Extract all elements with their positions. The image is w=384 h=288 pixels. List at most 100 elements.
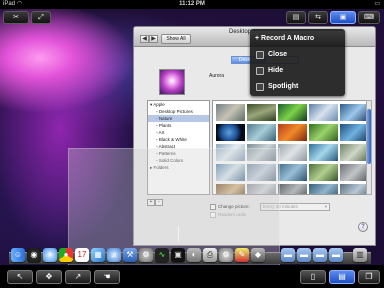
folder-icon: ▪ xyxy=(156,109,158,114)
right-click-button[interactable]: ↗ xyxy=(65,270,91,284)
drag-icon: ✥ xyxy=(45,272,53,281)
system-preferences-icon[interactable]: ⚙ xyxy=(219,248,233,262)
menu-item-label: + Record A Macro xyxy=(255,35,315,42)
terminal-icon[interactable]: ▣ xyxy=(171,248,185,262)
menu-item-label: Close xyxy=(268,51,288,58)
photos-icon[interactable]: ▦ xyxy=(91,248,105,262)
folder-icon[interactable]: ▬ xyxy=(297,248,311,262)
folder-icon[interactable]: ▬ xyxy=(281,248,295,262)
source-label: Apple xyxy=(153,102,165,107)
picture-grid-scrollbar[interactable] xyxy=(366,100,372,195)
picture-thumbnail[interactable] xyxy=(278,184,307,194)
picture-thumbnail[interactable] xyxy=(278,164,307,181)
folder-icon: ▪ xyxy=(156,137,158,142)
macro-icon xyxy=(256,83,264,91)
close-macro-item[interactable]: Close xyxy=(250,47,345,63)
activity-monitor-icon[interactable]: ∿ xyxy=(155,248,169,262)
picture-thumbnail[interactable] xyxy=(278,104,307,121)
picture-thumbnail[interactable] xyxy=(278,144,307,161)
fullscreen-button[interactable]: ⤢ xyxy=(31,11,51,24)
app-icon[interactable]: ✎ xyxy=(235,248,249,262)
ical-icon[interactable]: 17 xyxy=(75,248,89,262)
monitor-button[interactable]: ▤ xyxy=(286,11,306,24)
page-button[interactable]: ▯ xyxy=(300,270,326,284)
back-button[interactable]: ◀ xyxy=(140,35,149,43)
printer-icon[interactable]: ⎙ xyxy=(203,248,217,262)
source-item[interactable]: ▪ Nature xyxy=(148,115,209,122)
chevron-down-icon: ▾ xyxy=(324,204,327,209)
picture-thumbnail[interactable] xyxy=(340,164,366,181)
source-item[interactable]: ▪ Plants xyxy=(148,122,209,129)
picture-thumbnail[interactable] xyxy=(309,144,338,161)
picture-thumbnail[interactable] xyxy=(216,124,245,141)
display-switch-button[interactable]: ⇆ xyxy=(308,11,328,24)
menu-item-label: Spotlight xyxy=(268,83,299,90)
screen-button[interactable]: ▤ xyxy=(329,270,355,284)
help-button[interactable]: ? xyxy=(358,222,368,232)
picture-thumbnail[interactable] xyxy=(216,104,245,121)
picture-thumbnail[interactable] xyxy=(340,124,366,141)
status-bar: iPad ◠ 11:12 PM ▭ xyxy=(0,0,384,9)
copy-button[interactable]: ❐ xyxy=(358,270,380,284)
hide-macro-item[interactable]: Hide xyxy=(250,63,345,79)
macro-button[interactable]: ▣ xyxy=(330,11,356,24)
dashboard-icon[interactable]: ◉ xyxy=(27,248,41,262)
picture-thumbnail[interactable] xyxy=(309,184,338,194)
picture-thumbnail[interactable] xyxy=(247,124,276,141)
hand-icon: ☚ xyxy=(103,272,111,281)
trash-icon[interactable]: ▥ xyxy=(353,248,367,262)
source-item[interactable]: ▪ Black & White xyxy=(148,136,209,143)
picture-thumbnail[interactable] xyxy=(309,124,338,141)
wrench-icon: ✂ xyxy=(13,14,19,21)
folder-icon: ▪ xyxy=(156,116,158,121)
xcode-icon[interactable]: ⚒ xyxy=(123,248,137,262)
app-icon[interactable]: ◐ xyxy=(187,248,201,262)
current-picture-preview xyxy=(159,69,185,95)
source-group-apple[interactable]: ▾ Apple xyxy=(148,101,209,108)
picture-thumbnail[interactable] xyxy=(340,184,366,194)
safari-icon[interactable]: ✧ xyxy=(43,248,57,262)
show-all-button[interactable]: Show All xyxy=(161,34,191,44)
folder-icon: ▪ xyxy=(156,130,158,135)
picture-thumbnail[interactable] xyxy=(309,104,338,121)
forward-button[interactable]: ▶ xyxy=(149,35,158,43)
scroll-button[interactable]: ☚ xyxy=(94,270,120,284)
picture-thumbnail[interactable] xyxy=(309,164,338,181)
picture-thumbnail[interactable] xyxy=(278,124,307,141)
keyboard-button[interactable]: ⌨ xyxy=(358,11,380,24)
picture-thumbnail[interactable] xyxy=(340,104,366,121)
itunes-icon[interactable]: ♫ xyxy=(107,248,121,262)
source-item[interactable]: ▪ Art xyxy=(148,129,209,136)
app-icon[interactable]: ◆ xyxy=(251,248,265,262)
macro-menu: + Record A Macro Close Hide Spotlight xyxy=(250,29,345,96)
menu-item-label: Hide xyxy=(268,67,284,74)
source-label: Desktop Pictures xyxy=(158,109,193,114)
source-label: Art xyxy=(158,130,165,135)
expand-icon: ⤢ xyxy=(38,14,44,21)
chrome-icon[interactable]: ● xyxy=(59,248,73,262)
finder-icon[interactable]: ☺ xyxy=(11,248,25,262)
arrow-icon: ↖ xyxy=(16,272,24,281)
dock: ☺ ◉ ✧ ● 17 ▦ ♫ ⚒ ⚙ ∿ ▣ ◐ ⎙ ⚙ ✎ ◆ ▬ ▬ ▬ ▬… xyxy=(9,248,371,264)
battery-icon: ▭ xyxy=(374,1,380,7)
macro-icon xyxy=(256,67,264,75)
picture-thumbnail[interactable] xyxy=(247,104,276,121)
spotlight-macro-item[interactable]: Spotlight xyxy=(250,79,345,95)
folder-icon: ▪ xyxy=(156,123,158,128)
window-title: Desktop xyxy=(229,29,252,35)
picture-thumbnail[interactable] xyxy=(340,144,366,161)
macro-icon: ▣ xyxy=(339,14,347,21)
folder-icon[interactable]: ▬ xyxy=(313,248,327,262)
source-item[interactable]: ▪ Desktop Pictures xyxy=(148,108,209,115)
left-click-button[interactable]: ↖ xyxy=(7,270,33,284)
monitor-icon: ▤ xyxy=(292,14,300,21)
preferences-icon[interactable]: ⚙ xyxy=(139,248,153,262)
scrollbar-thumb[interactable] xyxy=(367,109,371,164)
copy-icon: ❐ xyxy=(365,272,373,281)
folder-icon[interactable]: ▬ xyxy=(329,248,343,262)
tools-button[interactable]: ✂ xyxy=(3,11,29,24)
drag-button[interactable]: ✥ xyxy=(36,270,62,284)
source-label: Plants xyxy=(158,123,172,128)
record-macro-item[interactable]: + Record A Macro xyxy=(250,31,345,47)
source-label: Nature xyxy=(158,116,173,121)
